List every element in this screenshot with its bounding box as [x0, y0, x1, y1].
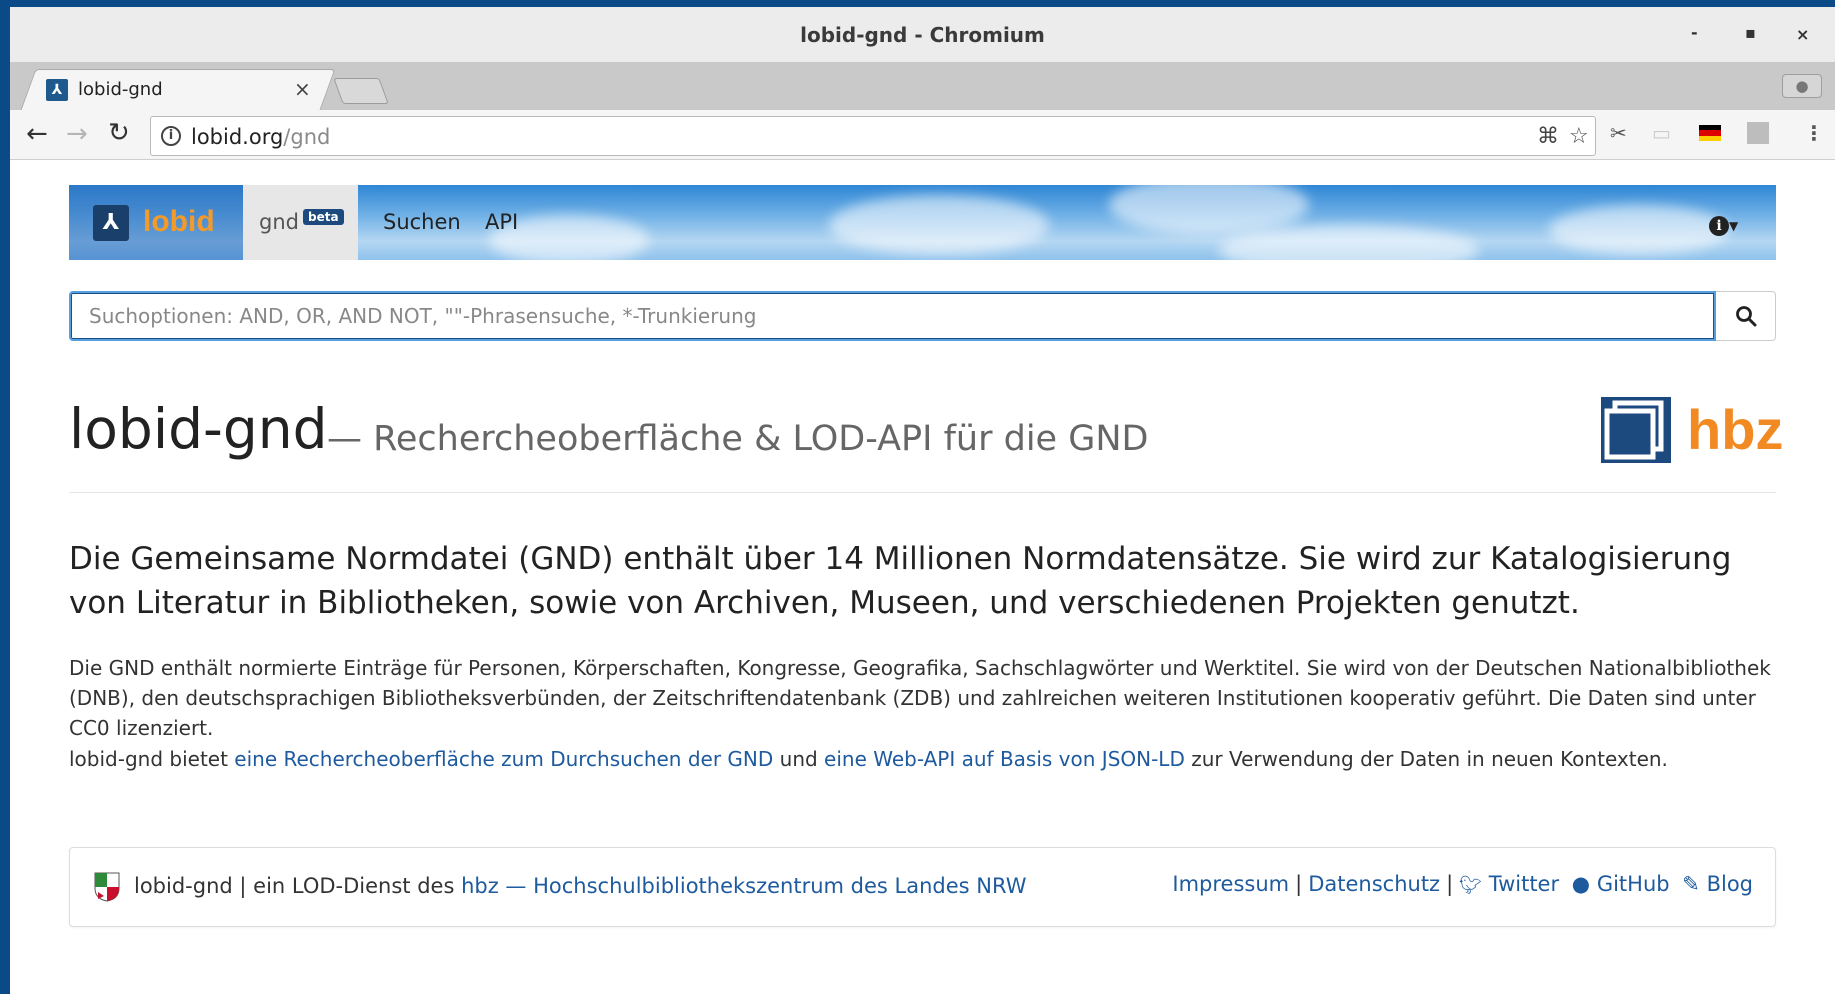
page-content: ⅄ lobid gnd beta Suchen API i▼ l	[10, 161, 1835, 994]
site-info-icon[interactable]: i	[161, 126, 181, 146]
footer-separator: |	[1295, 872, 1303, 896]
address-bar[interactable]: i lobid.org/gnd ⌘ ☆	[150, 116, 1596, 156]
nav-gnd-label: gnd	[259, 210, 299, 234]
tab-close-icon[interactable]: ×	[294, 77, 311, 101]
search-button[interactable]	[1716, 291, 1776, 341]
footer-prefix: lobid-gnd | ein LOD-Dienst des	[134, 874, 462, 898]
url-host: lobid.org	[191, 125, 284, 149]
page-header: lobid-gnd — Rechercheoberfläche & LOD-AP…	[69, 397, 1783, 493]
hbz-logo[interactable]: hbz	[1601, 397, 1783, 463]
footer-separator: |	[1446, 872, 1454, 896]
translate-icon[interactable]: ⌘	[1537, 124, 1559, 149]
nrw-coat-of-arms-icon	[94, 872, 120, 902]
site-navbar: ⅄ lobid gnd beta Suchen API i ▼	[69, 185, 1776, 260]
github-icon: ●	[1571, 872, 1591, 896]
hbz-logo-mark-icon	[1601, 397, 1671, 463]
caret-down-icon: ▼	[1729, 219, 1739, 233]
browser-window: lobid-gnd - Chromium - ▪ × ⅄ lobid-gnd ×…	[10, 7, 1835, 994]
reload-icon[interactable]: ↻	[108, 118, 130, 148]
tab-title: lobid-gnd	[78, 79, 163, 100]
minimize-button[interactable]: -	[1691, 23, 1698, 42]
nav-api[interactable]: API	[485, 210, 518, 234]
github-label: GitHub	[1596, 872, 1670, 896]
menu-kebab-icon[interactable]: ⋮	[1804, 121, 1824, 145]
forward-arrow-icon[interactable]: →	[66, 119, 88, 149]
info-circle-icon: i	[1709, 216, 1729, 236]
profile-icon[interactable]: ●	[1782, 74, 1822, 98]
tab-content[interactable]: ⅄ lobid-gnd ×	[42, 69, 332, 110]
search-icon	[1735, 306, 1756, 327]
browser-toolbar: ← → ↻ i lobid.org/gnd ⌘ ☆ ✂ ▭ ⋮	[10, 110, 1835, 160]
cloud-decoration	[829, 195, 1049, 255]
nav-gnd-active[interactable]: gnd beta	[243, 185, 358, 260]
twitter-label: Twitter	[1488, 872, 1560, 896]
cast-icon[interactable]: ▭	[1652, 121, 1671, 145]
offer-paragraph: lobid-gnd bietet eine Rechercheoberfläch…	[69, 744, 1779, 774]
maximize-button[interactable]: ▪	[1745, 23, 1756, 42]
github-link[interactable]: ● GitHub	[1572, 872, 1670, 896]
lead-paragraph: Die Gemeinsame Normdatei (GND) enthält ü…	[69, 541, 1732, 621]
info-dropdown[interactable]: i ▼	[1709, 211, 1738, 236]
new-tab-button[interactable]	[333, 78, 389, 104]
hbz-link[interactable]: hbz — Hochschulbibliothekszentrum des La…	[461, 874, 1026, 898]
lobid-favicon-icon: ⅄	[46, 79, 68, 101]
cloud-decoration	[1109, 185, 1309, 235]
back-arrow-icon[interactable]: ←	[26, 119, 48, 149]
footer-left: lobid-gnd | ein LOD-Dienst des hbz — Hoc…	[94, 872, 1027, 902]
brand-text: lobid	[143, 205, 215, 238]
blog-label: Blog	[1706, 872, 1753, 896]
search-ui-link[interactable]: eine Rechercheoberfläche zum Durchsuchen…	[234, 747, 773, 771]
hbz-logo-text: hbz	[1687, 398, 1784, 461]
beta-badge: beta	[303, 209, 344, 225]
search-input[interactable]	[69, 291, 1716, 341]
description-paragraph: Die GND enthält normierte Einträge für P…	[69, 656, 1771, 740]
nav-suchen[interactable]: Suchen	[383, 210, 461, 234]
tab-strip: ⅄ lobid-gnd × ●	[10, 62, 1835, 110]
url-path: /gnd	[283, 125, 331, 149]
offer-suffix: zur Verwendung der Daten in neuen Kontex…	[1184, 747, 1668, 771]
close-window-button[interactable]: ×	[1796, 25, 1809, 44]
lobid-logo-icon: ⅄	[93, 205, 129, 241]
page-subtitle: — Rechercheoberfläche & LOD-API für die …	[327, 419, 1149, 459]
bookmark-star-icon[interactable]: ☆	[1569, 124, 1589, 149]
offer-prefix: lobid-gnd bietet	[69, 747, 235, 771]
cloud-decoration	[1549, 205, 1729, 255]
impressum-link[interactable]: Impressum	[1172, 872, 1289, 896]
pencil-icon: ✎	[1682, 872, 1700, 896]
window-title: lobid-gnd - Chromium	[800, 23, 1045, 47]
twitter-icon: 🐦︎	[1459, 875, 1483, 896]
page-title: lobid-gnd	[69, 397, 328, 461]
search-bar	[69, 291, 1776, 341]
extension-tools-icon[interactable]: ✂	[1610, 121, 1627, 145]
footer-right: Impressum | Datenschutz | 🐦︎ Twitter ● GitHu…	[1172, 872, 1753, 896]
footer: lobid-gnd | ein LOD-Dienst des hbz — Hoc…	[69, 847, 1776, 927]
web-api-link[interactable]: eine Web-API auf Basis von JSON-LD	[824, 747, 1185, 771]
german-flag-icon[interactable]	[1699, 125, 1721, 141]
datenschutz-link[interactable]: Datenschutz	[1308, 872, 1440, 896]
brand-link[interactable]: ⅄ lobid	[69, 185, 243, 260]
url-text[interactable]: lobid.org/gnd	[191, 125, 330, 149]
title-bar: lobid-gnd - Chromium - ▪ ×	[10, 7, 1835, 62]
extension-placeholder-icon[interactable]	[1747, 122, 1769, 144]
twitter-link[interactable]: 🐦︎ Twitter	[1459, 872, 1559, 896]
blog-link[interactable]: ✎ Blog	[1682, 872, 1753, 896]
offer-middle: und	[773, 747, 825, 771]
